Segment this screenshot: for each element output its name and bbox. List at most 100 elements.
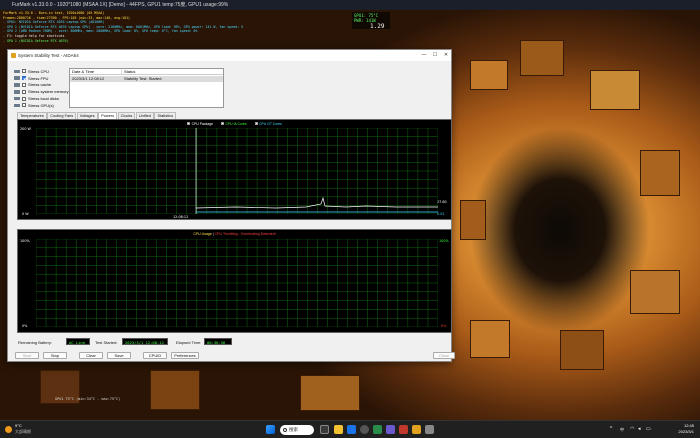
usage-title-label: CPU Usage: [193, 232, 212, 236]
stress-option-cpu[interactable]: Stress CPU: [14, 68, 74, 75]
button-row: Start Stop Clear Save CPUID Preferences …: [13, 352, 455, 361]
x-axis-start-label: 12:08:12: [173, 215, 189, 219]
clear-button[interactable]: Clear: [79, 352, 103, 359]
furmark-titlebar: FurMark v1.33.0.0 - 1920*1080 (MSAA 1X) …: [0, 0, 700, 10]
elapsed-time-label: Elapsed Time:: [176, 339, 202, 345]
start-icon[interactable]: [266, 425, 275, 434]
legend-label: CPU IA Cores: [225, 121, 247, 126]
window-title: System Stability Test - AIDA64: [18, 53, 79, 58]
stress-option-memory[interactable]: Stress system memory: [14, 88, 74, 95]
legend-checkbox[interactable]: [220, 122, 224, 125]
weather-desc: 大部晴朗: [15, 429, 31, 434]
usage-y-max: 100%: [20, 239, 30, 243]
furmark-bottom-readout: GPU1 75°C (min:34°C - max:75°C): [55, 397, 121, 401]
battery-value: AC Line: [66, 338, 90, 345]
stop-button[interactable]: Stop: [43, 352, 67, 359]
sensor-tabs: Temperatures Cooling Fans Voltages Power…: [17, 112, 177, 119]
legend-label: CPU Package: [191, 121, 213, 126]
tab-unified[interactable]: Unified: [135, 112, 154, 119]
stability-test-window: System Stability Test - AIDA64 — ☐ ✕ Str…: [7, 49, 455, 362]
stress-option-disks[interactable]: Stress local disks: [14, 95, 74, 102]
log-status-cell: Stability Test: Started: [124, 76, 162, 81]
stress-option-fpu[interactable]: Stress FPU: [14, 75, 74, 82]
test-started-label: Test Started:: [95, 339, 118, 345]
throttling-warning: CPU Throttling - Overheating Detected!: [214, 232, 276, 236]
usage-chart-title: CPU Usage | CPU Throttling - Overheating…: [18, 232, 451, 236]
cache-icon: [14, 83, 20, 87]
app-icon[interactable]: [373, 425, 382, 434]
usage-right-max: 100%: [439, 239, 449, 243]
weather-temp: 9°C: [15, 423, 22, 428]
legend-checkbox[interactable]: [187, 122, 191, 125]
tab-temperatures[interactable]: Temperatures: [17, 112, 47, 119]
furmark-taskbar-icon[interactable]: [412, 425, 421, 434]
preferences-button[interactable]: Preferences: [171, 352, 199, 359]
search-icon: [283, 427, 287, 432]
test-started-value: 2023/3/1 12:08:12: [122, 338, 168, 345]
start-button[interactable]: Start: [15, 352, 39, 359]
weather-widget[interactable]: 9°C 大部晴朗: [5, 423, 31, 435]
log-date-cell: 2023/3/1 12:08:12: [70, 76, 122, 82]
input-method-icon[interactable]: 中: [620, 427, 625, 432]
stress-option-label: Stress FPU: [28, 75, 49, 81]
stress-memory-checkbox[interactable]: [22, 89, 26, 94]
log-table-header: Date & Time Status: [70, 69, 223, 75]
usage-y-min: 0%: [22, 324, 28, 328]
legend-item[interactable]: CPU IA Cores: [220, 121, 247, 126]
stress-option-label: Stress cache: [28, 82, 52, 88]
stress-cpu-checkbox[interactable]: [22, 69, 26, 74]
y-axis-min-label: 0 W: [22, 212, 29, 216]
stress-option-label: Stress local disks: [28, 96, 59, 102]
app-icon[interactable]: [360, 425, 369, 434]
chevron-up-icon[interactable]: ^: [610, 427, 615, 432]
stress-option-gpu[interactable]: Stress GPU(s): [14, 102, 74, 109]
stress-option-label: Stress system memory: [28, 89, 69, 95]
tab-clocks[interactable]: Clocks: [117, 112, 136, 119]
cpuid-button[interactable]: CPUID: [143, 352, 167, 359]
weather-sun-icon: [5, 425, 12, 433]
save-button[interactable]: Save: [107, 352, 131, 359]
app-icon[interactable]: [386, 425, 395, 434]
stress-gpu-checkbox[interactable]: [22, 103, 26, 108]
file-explorer-icon[interactable]: [334, 425, 343, 434]
column-header-date[interactable]: Date & Time: [70, 69, 122, 74]
volume-icon[interactable]: ◂: [638, 427, 643, 432]
fpu-icon: [14, 76, 20, 80]
app-icon[interactable]: [425, 425, 434, 434]
edge-browser-icon[interactable]: [347, 425, 356, 434]
wifi-icon[interactable]: ◠: [630, 427, 635, 432]
stress-disks-checkbox[interactable]: [22, 96, 26, 101]
close-window-button[interactable]: ✕: [440, 51, 452, 59]
column-header-status[interactable]: Status: [122, 69, 223, 74]
battery-icon[interactable]: ▭: [646, 427, 651, 432]
legend-item[interactable]: CPU GT Cores: [254, 122, 282, 126]
disk-icon: [14, 96, 20, 101]
power-chart-plot: [36, 128, 438, 214]
stress-cache-checkbox[interactable]: [22, 82, 26, 87]
furmark-overlay: FurMark v1.33.0 - Burn-in test, 1920x108…: [3, 11, 243, 43]
y-axis-max-label: 200 W: [20, 127, 31, 131]
stress-option-label: Stress CPU: [28, 68, 49, 74]
stress-option-label: Stress GPU(s): [28, 102, 54, 108]
close-button[interactable]: Close: [433, 352, 455, 359]
window-titlebar[interactable]: System Stability Test - AIDA64 — ☐ ✕: [8, 50, 451, 61]
stress-options: Stress CPU Stress FPU Stress cache Stres…: [14, 68, 74, 109]
power-value-top: 27.80: [437, 200, 447, 204]
battery-label: Remaining Battery:: [18, 339, 53, 345]
cpu-icon: [14, 69, 20, 74]
legend-item[interactable]: CPU Package: [187, 122, 213, 126]
tab-statistics[interactable]: Statistics: [154, 112, 177, 119]
legend-checkbox[interactable]: [254, 122, 258, 125]
taskbar: 9°C 大部晴朗 搜索 ^ 中 ◠ ◂ ▭ 12:45 2023/3/1: [0, 420, 700, 438]
taskbar-search[interactable]: 搜索: [280, 425, 314, 435]
tab-powers[interactable]: Powers: [98, 112, 118, 119]
tab-cooling-fans[interactable]: Cooling Fans: [47, 112, 77, 119]
tab-voltages[interactable]: Voltages: [76, 112, 98, 119]
stress-fpu-checkbox[interactable]: [22, 76, 26, 81]
stress-option-cache[interactable]: Stress cache: [14, 82, 74, 89]
cpu-usage-panel: CPU Usage | CPU Throttling - Overheating…: [17, 229, 452, 333]
table-row[interactable]: 2023/3/1 12:08:12 Stability Test: Starte…: [70, 76, 223, 82]
task-view-icon[interactable]: [320, 425, 329, 434]
system-clock[interactable]: 12:45 2023/3/1: [678, 423, 694, 435]
aida64-taskbar-icon[interactable]: [399, 425, 408, 434]
